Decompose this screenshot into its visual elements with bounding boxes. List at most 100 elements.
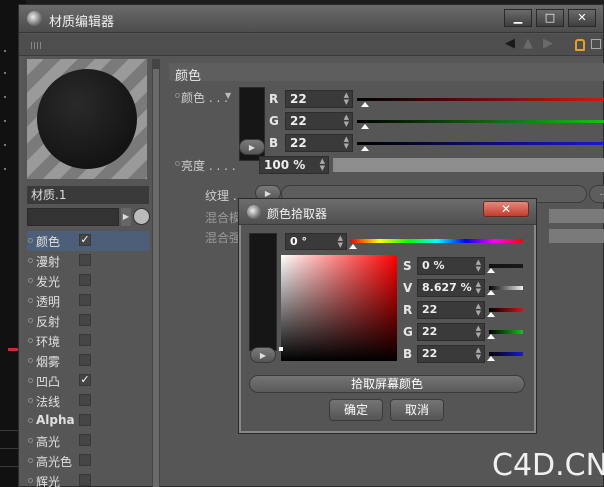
channel-checkbox[interactable] [79,314,91,326]
sv-picker-handle[interactable] [279,347,283,351]
green-input[interactable]: 22 ▲ ▼ [285,112,353,130]
blue-slider-handle[interactable] [361,146,369,151]
red-value: 22 [290,92,307,106]
dialog-title-bar[interactable]: 颜色拾取器 ✕ [239,199,536,225]
channel-checkbox[interactable] [79,354,91,366]
stepper-icon[interactable]: ▲ ▼ [476,347,481,361]
channel-bump[interactable]: 凹凸 ✓ [27,371,149,391]
color-dropdown-icon[interactable]: ▼ [225,91,231,100]
pick-screen-color-button[interactable]: 拾取屏幕颜色 [249,375,525,393]
channel-checkbox[interactable] [79,254,91,266]
brightness-input[interactable]: 100 % ▲ ▼ [259,156,329,174]
title-bar[interactable]: 材质编辑器 ▁ □ ✕ [19,5,603,33]
channel-checkbox[interactable] [79,274,91,286]
material-tag-arrow-icon[interactable]: ▶ [121,208,131,226]
cancel-button[interactable]: 取消 [390,399,444,421]
picker-blue-input[interactable]: 22 ▲ ▼ [417,345,485,363]
green-slider-handle[interactable] [361,124,369,129]
material-tag-field[interactable] [27,208,119,226]
channel-normal[interactable]: 法线 [27,391,149,411]
red-input[interactable]: 22 ▲ ▼ [285,90,353,108]
pick-object-icon[interactable] [133,208,150,225]
channel-checkbox[interactable] [79,414,91,426]
channel-checkbox[interactable] [79,474,91,486]
channel-checkbox[interactable] [79,454,91,466]
red-slider[interactable] [357,98,604,101]
picker-green-slider-handle[interactable] [487,334,495,339]
saturation-slider-handle[interactable] [487,268,495,273]
blue-slider[interactable] [357,142,604,145]
value-label: V [403,281,413,295]
channel-label: 高光色 [36,455,73,469]
hue-slider[interactable] [351,239,523,243]
channel-checkbox[interactable]: ✓ [79,374,91,386]
green-slider[interactable] [357,120,604,123]
channel-color[interactable]: 颜色 ✓ [27,231,149,251]
value-slider-handle[interactable] [487,290,495,295]
red-slider-handle[interactable] [361,102,369,107]
channel-checkbox[interactable] [79,394,91,406]
brightness-slider[interactable] [333,158,604,172]
saturation-value-area[interactable] [281,255,397,361]
channel-specular-color[interactable]: 高光色 [27,451,149,471]
scrollbar-thumb[interactable] [153,69,159,487]
blue-label: B [269,136,279,150]
texture-browse-button[interactable]: ... [589,185,604,203]
value-input[interactable]: 8.627 % ▲ ▼ [417,279,485,297]
saturation-input[interactable]: 0 % ▲ ▼ [417,257,485,275]
channel-fog[interactable]: 烟雾 [27,351,149,371]
forward-arrow-icon[interactable]: ▶ [543,36,553,51]
stepper-icon[interactable]: ▲ ▼ [476,281,481,295]
channel-checkbox[interactable]: ✓ [79,234,91,246]
channel-checkbox[interactable] [79,334,91,346]
up-arrow-icon[interactable]: ▲ [523,36,533,51]
dialog-close-button[interactable]: ✕ [483,201,529,217]
channel-reflection[interactable]: 反射 [27,311,149,331]
mix-strength-slider[interactable] [549,229,604,243]
stepper-icon[interactable]: ▲ ▼ [344,92,349,106]
minimize-button[interactable]: ▁ [504,9,532,27]
close-button[interactable]: ✕ [568,9,596,27]
channel-diffusion[interactable]: 漫射 [27,251,149,271]
hue-input[interactable]: 0 ° ▲ ▼ [285,233,347,250]
picker-green-input[interactable]: 22 ▲ ▼ [417,323,485,341]
grip-handle-icon[interactable] [31,42,43,49]
picker-red-slider-handle[interactable] [487,312,495,317]
panel-menu-icon[interactable] [591,39,601,49]
channel-bullet-icon [28,278,33,283]
current-color-swatch [249,233,277,351]
channel-transparency[interactable]: 透明 [27,291,149,311]
channel-luminance[interactable]: 发光 [27,271,149,291]
back-arrow-icon[interactable]: ◀ [505,36,515,51]
channel-label: 漫射 [36,255,61,269]
blue-input[interactable]: 22 ▲ ▼ [285,134,353,152]
hue-slider-handle[interactable] [349,244,357,249]
lock-icon[interactable] [575,39,585,51]
stepper-icon[interactable]: ▲ ▼ [476,259,481,273]
picker-red-input[interactable]: 22 ▲ ▼ [417,301,485,319]
material-name-field[interactable]: 材质.1 [27,186,149,204]
stepper-icon[interactable]: ▲ ▼ [344,136,349,150]
color-expand-button[interactable]: ▶ [239,139,265,155]
color-anim-bullet-icon[interactable] [175,93,180,98]
channel-specular[interactable]: 高光 [27,431,149,451]
picker-blue-slider-handle[interactable] [487,356,495,361]
channel-checkbox[interactable] [79,434,91,446]
material-preview[interactable] [27,59,147,179]
left-scrollbar[interactable] [152,59,160,487]
mix-mode-select[interactable] [549,209,604,223]
brightness-anim-bullet-icon[interactable] [175,161,180,166]
stepper-icon[interactable]: ▲ ▼ [320,158,325,172]
channel-checkbox[interactable] [79,294,91,306]
stepper-icon[interactable]: ▲ ▼ [344,114,349,128]
stepper-icon[interactable]: ▲ ▼ [476,303,481,317]
channel-alpha[interactable]: Alpha [27,411,149,431]
stepper-icon[interactable]: ▲ ▼ [338,235,343,249]
channel-environment[interactable]: 环境 [27,331,149,351]
maximize-button[interactable]: □ [536,9,564,27]
channel-label: 辉光 [36,475,61,487]
stepper-icon[interactable]: ▲ ▼ [476,325,481,339]
ok-button[interactable]: 确定 [329,399,383,421]
picker-expand-button[interactable]: ▶ [250,347,276,363]
channel-glow[interactable]: 辉光 [27,471,149,487]
